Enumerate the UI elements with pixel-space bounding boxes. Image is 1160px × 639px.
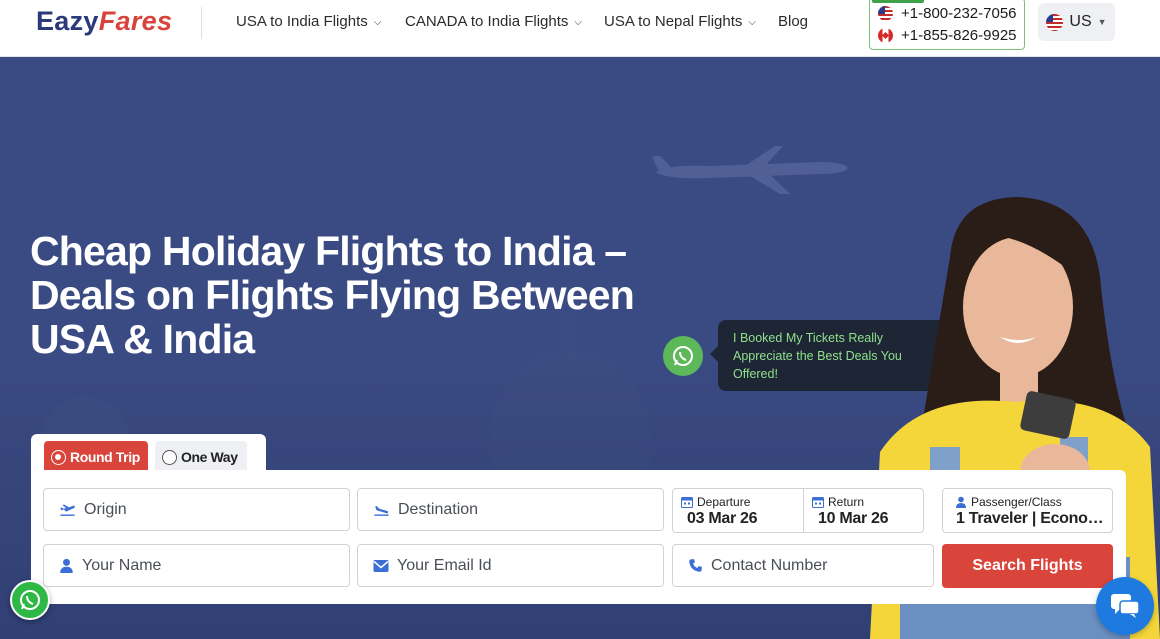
destination-field[interactable]: Destination (357, 488, 664, 531)
canada-flag-icon (878, 28, 893, 43)
whatsapp-icon[interactable] (663, 336, 703, 376)
destination-placeholder: Destination (398, 500, 479, 518)
origin-field[interactable]: Origin (43, 488, 350, 531)
whatsapp-icon (20, 590, 40, 610)
hero-section: Cheap Holiday Flights to India – Deals o… (0, 57, 1160, 639)
person-icon (956, 496, 966, 508)
nav-blog[interactable]: Blog (778, 13, 808, 30)
live-chat-button[interactable] (1096, 577, 1154, 635)
name-field[interactable]: Your Name (43, 544, 350, 587)
whatsapp-float-button[interactable] (10, 580, 50, 620)
chat-bubble-icon (1111, 594, 1140, 618)
calendar-icon (812, 497, 824, 508)
plane-landing-icon (374, 505, 389, 516)
plane-takeoff-icon (60, 504, 75, 516)
passenger-class-selector[interactable]: Passenger/Class 1 Traveler | Economy (942, 488, 1113, 533)
chevron-down-icon: ⌵ (574, 17, 582, 28)
flight-search-form: Origin Destination Departure 03 Mar 26 R… (31, 470, 1126, 604)
trip-type-tabs: Round Trip One Way (31, 434, 266, 473)
us-flag-icon (878, 6, 893, 21)
chevron-down-icon: ⌵ (373, 17, 382, 28)
contact-number-placeholder: Contact Number (711, 556, 828, 574)
us-phone-number: +1-800-232-7056 (901, 5, 1017, 22)
email-placeholder: Your Email Id (397, 556, 492, 574)
logo-divider (201, 7, 202, 39)
radio-selected-icon (51, 449, 66, 465)
travel-dates: Departure 03 Mar 26 Return 10 Mar 26 (672, 488, 924, 533)
nav-canada-india-flights[interactable]: CANADA to India Flights ⌵ (405, 13, 582, 30)
contact-phones: +1-800-232-7056 +1-855-826-9925 (869, 0, 1025, 50)
whatsapp-glyph (673, 346, 693, 366)
nav-label: Blog (778, 13, 809, 30)
round-trip-label: Round Trip (70, 449, 140, 465)
contact-tab-accent (872, 0, 924, 3)
chevron-down-icon: ⌵ (748, 17, 756, 28)
return-date-field[interactable]: Return 10 Mar 26 (804, 489, 924, 532)
departure-label: Departure (697, 495, 751, 509)
hero-title: Cheap Holiday Flights to India – Deals o… (30, 228, 635, 362)
round-trip-option[interactable]: Round Trip (44, 441, 148, 473)
origin-placeholder: Origin (84, 500, 127, 518)
passenger-value: 1 Traveler | Economy (956, 510, 1106, 527)
name-placeholder: Your Name (82, 556, 162, 574)
email-icon (373, 560, 389, 572)
us-flag-icon (1046, 13, 1064, 31)
site-header: EazyFares USA to India Flights ⌵ CANADA … (0, 0, 1160, 57)
airplane-illustration (652, 146, 848, 194)
us-phone-link[interactable]: +1-800-232-7056 (878, 5, 1017, 22)
nav-usa-india-flights[interactable]: USA to India Flights ⌵ (236, 13, 381, 30)
one-way-option[interactable]: One Way (155, 441, 247, 473)
radio-empty-icon (162, 449, 177, 465)
caret-down-icon: ▼ (1097, 17, 1107, 27)
ca-phone-number: +1-855-826-9925 (901, 27, 1017, 44)
brand-logo[interactable]: EazyFares (36, 6, 172, 37)
nav-label: CANADA to India Flights (405, 13, 569, 30)
email-field[interactable]: Your Email Id (357, 544, 664, 587)
contact-number-field[interactable]: Contact Number (672, 544, 934, 587)
nav-label: USA to Nepal Flights (604, 13, 743, 30)
departure-date-field[interactable]: Departure 03 Mar 26 (673, 489, 803, 532)
region-selector[interactable]: US ▼ (1038, 3, 1115, 41)
ca-phone-link[interactable]: +1-855-826-9925 (878, 27, 1017, 44)
passenger-label: Passenger/Class (971, 495, 1062, 509)
person-icon (60, 558, 73, 573)
nav-usa-nepal-flights[interactable]: USA to Nepal Flights ⌵ (604, 13, 756, 30)
return-label: Return (828, 495, 865, 509)
nav-label: USA to India Flights (236, 13, 368, 30)
phone-icon (689, 559, 702, 572)
calendar-icon (681, 497, 693, 508)
return-value: 10 Mar 26 (818, 510, 889, 527)
region-label: US (1069, 13, 1092, 30)
one-way-label: One Way (181, 449, 238, 465)
departure-value: 03 Mar 26 (687, 510, 758, 527)
search-flights-button[interactable]: Search Flights (942, 544, 1113, 588)
